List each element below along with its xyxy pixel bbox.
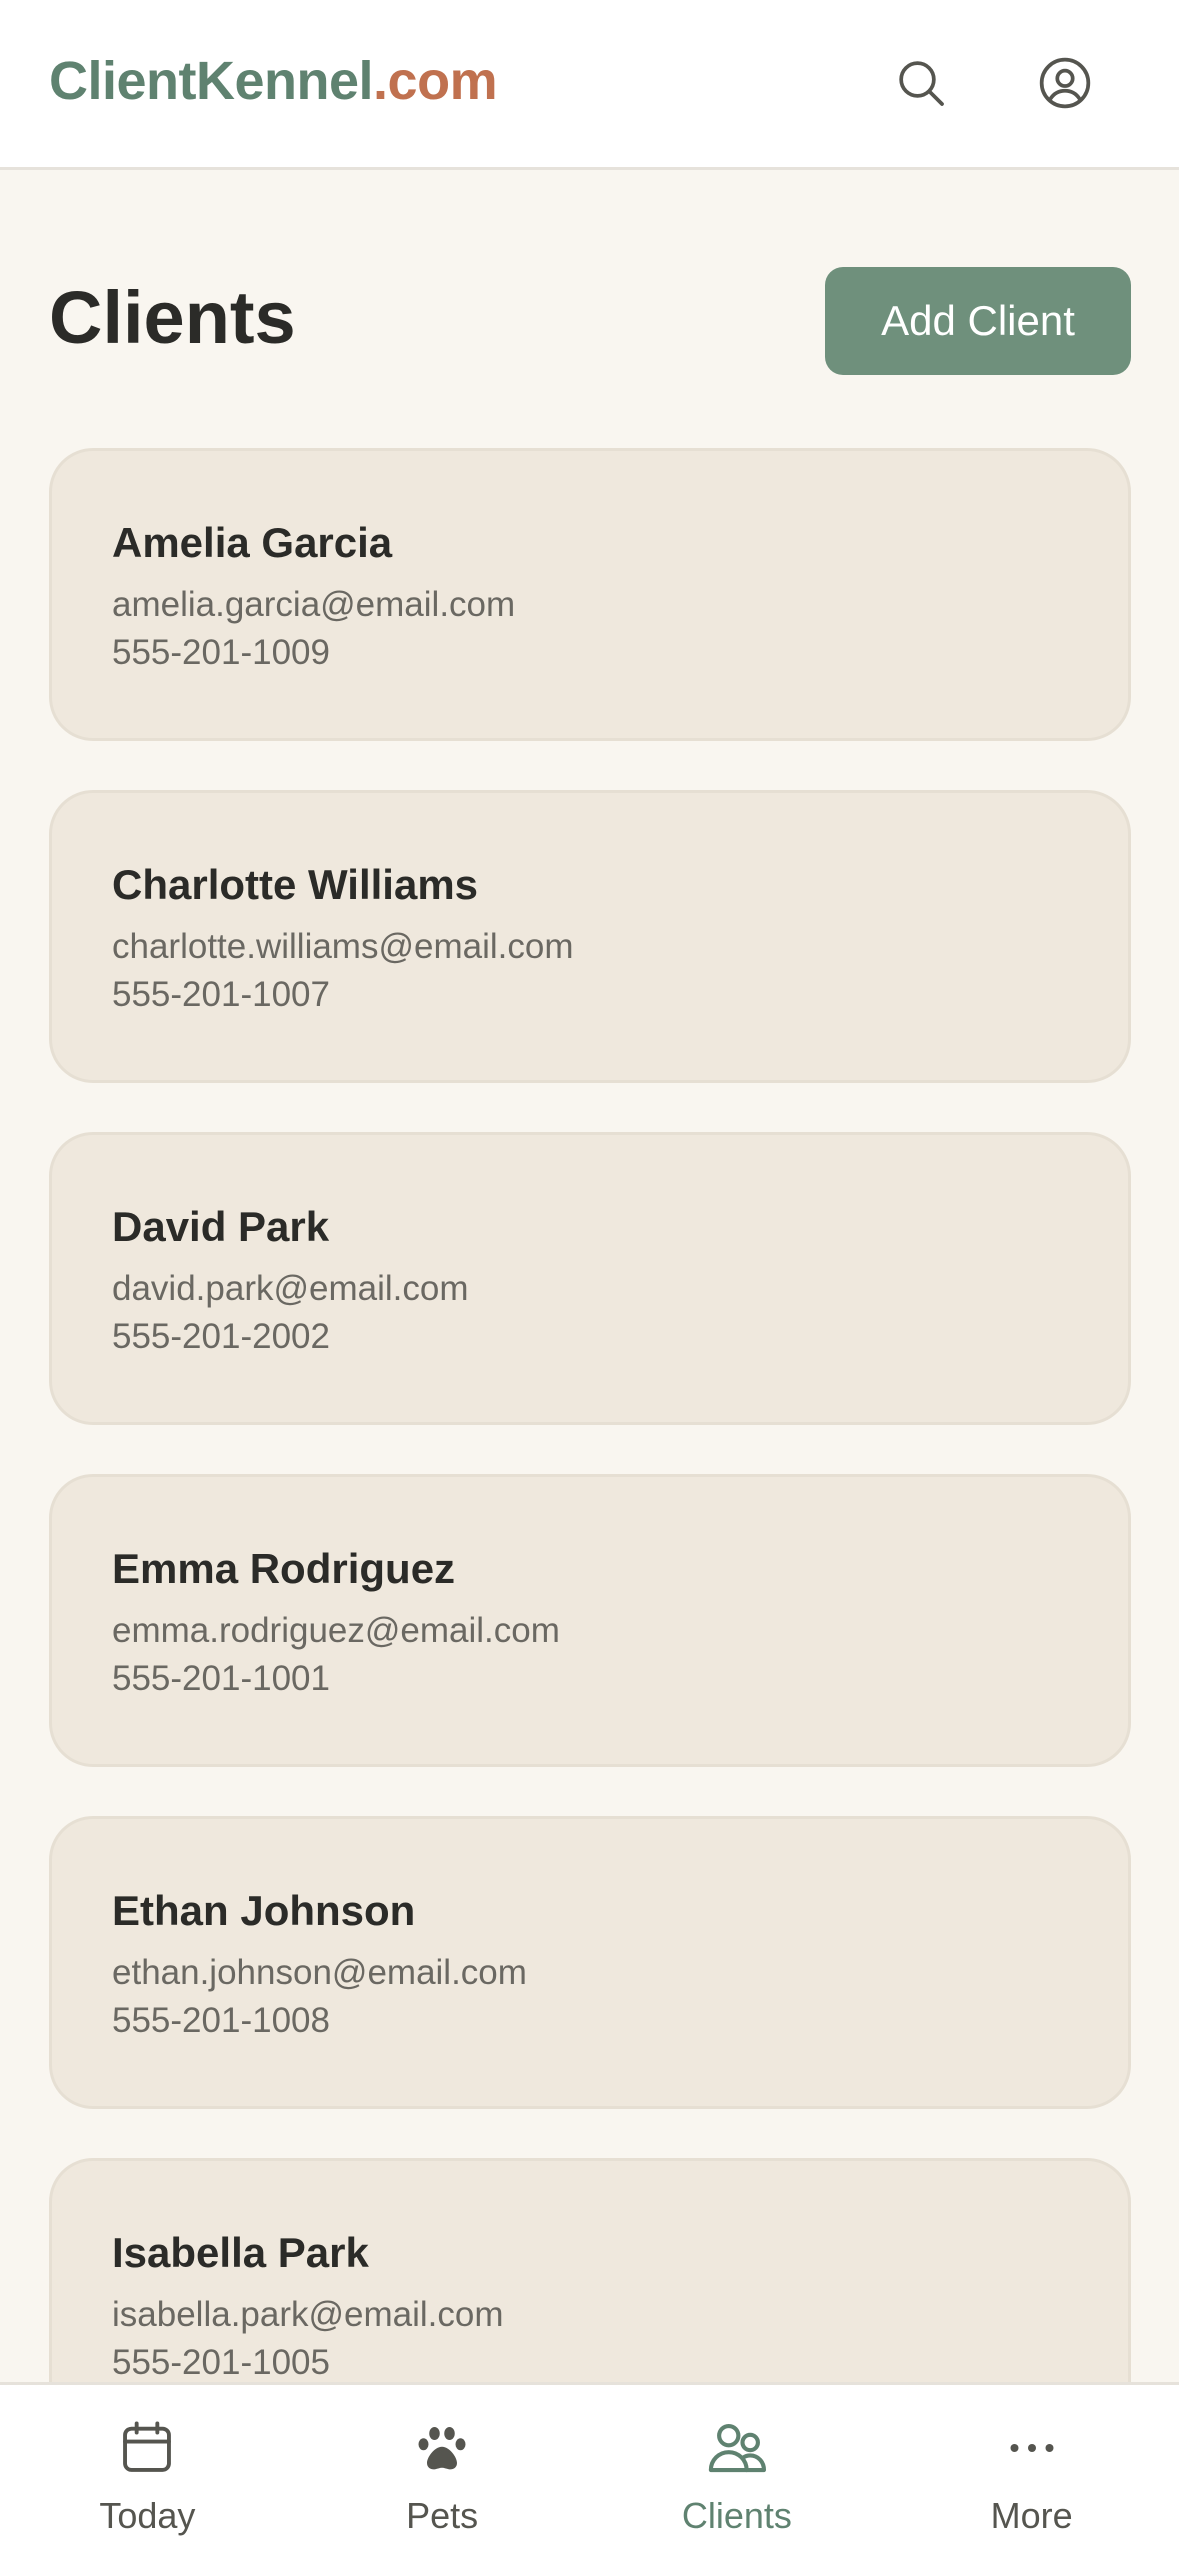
client-name: Amelia Garcia <box>112 519 393 566</box>
client-phone: 555-201-1007 <box>112 975 330 1014</box>
client-name: Ethan Johnson <box>112 1887 416 1934</box>
profile-button[interactable] <box>1034 52 1096 114</box>
tab-label: Today <box>99 2495 196 2536</box>
clients-screen: ClientKennel.com Clients Add Client Amel… <box>0 0 1179 2556</box>
client-name: Emma Rodriguez <box>112 1545 456 1592</box>
calendar-icon <box>114 2415 180 2481</box>
client-card[interactable]: Ethan Johnson ethan.johnson@email.com 55… <box>49 1816 1131 2109</box>
client-email: ethan.johnson@email.com <box>112 1953 527 1992</box>
paw-icon <box>409 2415 475 2481</box>
client-name: Isabella Park <box>112 2229 369 2276</box>
client-list: Amelia Garcia amelia.garcia@email.com 55… <box>49 448 1131 2382</box>
tab-label: Pets <box>406 2495 479 2536</box>
client-card[interactable]: David Park david.park@email.com 555-201-… <box>49 1132 1131 1425</box>
main-content: Clients Add Client Amelia Garcia amelia.… <box>0 170 1179 2382</box>
logo-main: ClientKennel <box>49 51 374 111</box>
client-card[interactable]: Amelia Garcia amelia.garcia@email.com 55… <box>49 448 1131 741</box>
top-app-bar: ClientKennel.com <box>0 0 1179 170</box>
bottom-tab-bar: Today Pets Clients More <box>0 2382 1179 2556</box>
client-email: emma.rodriguez@email.com <box>112 1611 560 1650</box>
client-card[interactable]: Isabella Park isabella.park@email.com 55… <box>49 2158 1131 2382</box>
page-title: Clients <box>49 276 296 359</box>
client-email: amelia.garcia@email.com <box>112 585 516 624</box>
more-horizontal-icon <box>999 2415 1065 2481</box>
client-phone: 555-201-1009 <box>112 633 330 672</box>
add-client-button[interactable]: Add Client <box>825 267 1131 375</box>
logo-tld: .com <box>373 51 498 111</box>
app-logo[interactable]: ClientKennel.com <box>49 50 498 112</box>
users-icon <box>704 2415 770 2481</box>
tab-pets[interactable]: Pets <box>295 2385 590 2556</box>
client-phone: 555-201-1008 <box>112 2001 330 2040</box>
tab-label: More <box>990 2495 1073 2536</box>
client-card[interactable]: Charlotte Williams charlotte.williams@em… <box>49 790 1131 1083</box>
client-phone: 555-201-2002 <box>112 1317 330 1356</box>
tab-clients[interactable]: Clients <box>590 2385 885 2556</box>
tab-more[interactable]: More <box>884 2385 1179 2556</box>
client-card[interactable]: Emma Rodriguez emma.rodriguez@email.com … <box>49 1474 1131 1767</box>
user-circle-icon <box>1039 57 1091 109</box>
client-name: Charlotte Williams <box>112 861 479 908</box>
client-name: David Park <box>112 1203 330 1250</box>
tab-today[interactable]: Today <box>0 2385 295 2556</box>
search-icon <box>899 61 944 106</box>
tab-label: Clients <box>681 2495 792 2536</box>
client-email: isabella.park@email.com <box>112 2295 504 2334</box>
client-email: charlotte.williams@email.com <box>112 927 574 966</box>
search-button[interactable] <box>890 52 952 114</box>
client-phone: 555-201-1001 <box>112 1659 330 1698</box>
client-phone: 555-201-1005 <box>112 2343 330 2382</box>
client-email: david.park@email.com <box>112 1269 469 1308</box>
